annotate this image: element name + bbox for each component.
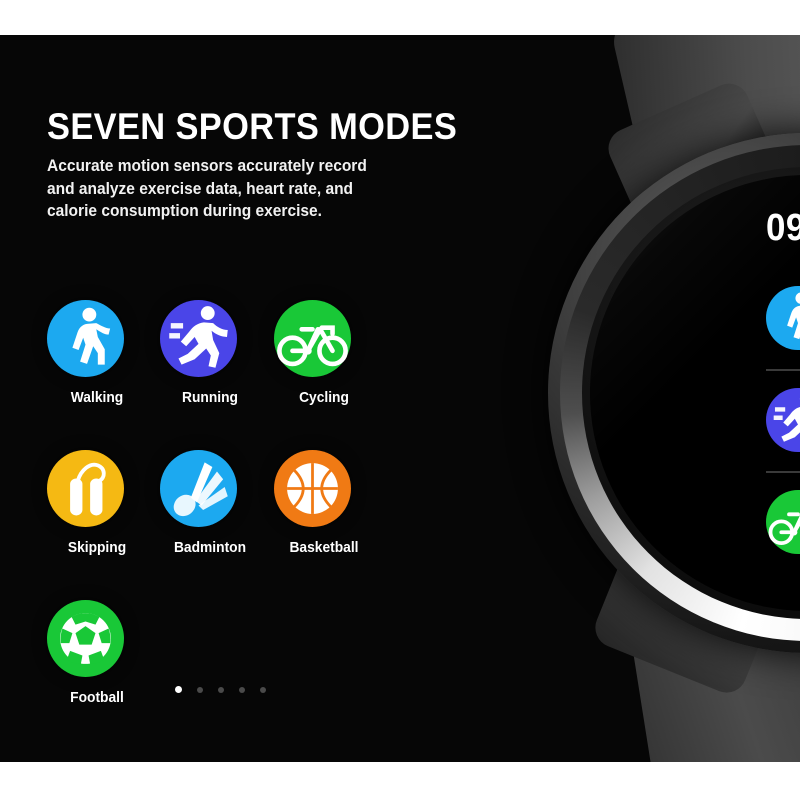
sports-mode-label: Football xyxy=(70,689,124,706)
watch-clock: 09:30 xyxy=(766,207,800,249)
pagination-dot[interactable] xyxy=(239,686,245,693)
running-icon xyxy=(766,388,800,452)
smartwatch: 09:30 WALKINGRUNNINGCYCLING xyxy=(430,35,800,762)
walking-icon[interactable] xyxy=(47,300,124,377)
sports-mode-label: Badminton xyxy=(174,539,247,556)
jump-rope-icon[interactable] xyxy=(47,450,124,527)
sports-mode-label: Basketball xyxy=(289,539,359,556)
watch-list-item-running[interactable]: RUNNING xyxy=(766,369,800,471)
football-icon[interactable] xyxy=(47,600,124,677)
sports-mode-basketball[interactable]: Basketball xyxy=(273,450,387,600)
poster-panel: SEVEN SPORTS MODES Accurate motion senso… xyxy=(0,35,800,762)
pagination-dots[interactable] xyxy=(175,686,266,693)
walking-icon xyxy=(766,286,800,350)
sports-mode-label: Cycling xyxy=(298,389,349,406)
watch-list-item-walking[interactable]: WALKING xyxy=(766,267,800,369)
sports-mode-walking[interactable]: Walking xyxy=(47,300,160,450)
shuttlecock-icon[interactable] xyxy=(160,450,238,527)
pagination-dot[interactable] xyxy=(218,686,224,693)
basketball-icon[interactable] xyxy=(273,450,351,527)
page-title: SEVEN SPORTS MODES xyxy=(47,106,458,147)
cycling-icon xyxy=(766,490,800,554)
sports-mode-cycling[interactable]: Cycling xyxy=(273,300,387,450)
cycling-icon[interactable] xyxy=(273,300,351,377)
pagination-dot[interactable] xyxy=(260,686,266,693)
sports-grid-row: Walking Running Cycling xyxy=(47,300,387,450)
running-icon[interactable] xyxy=(160,300,238,377)
watch-list-item-cycling[interactable]: CYCLING xyxy=(766,471,800,573)
sports-mode-grid: Walking Running Cycling Skipping Badminton Ba… xyxy=(47,300,387,750)
pagination-dot[interactable] xyxy=(175,686,182,693)
sports-mode-skipping[interactable]: Skipping xyxy=(47,450,160,600)
sports-mode-running[interactable]: Running xyxy=(160,300,273,450)
sports-grid-row: Skipping Badminton Basketball xyxy=(47,450,387,600)
pagination-dot[interactable] xyxy=(197,686,203,693)
sports-mode-label: Walking xyxy=(70,389,124,406)
sports-grid-row: Football xyxy=(47,600,387,750)
sports-mode-football[interactable]: Football xyxy=(47,600,160,750)
product-poster: SEVEN SPORTS MODES Accurate motion senso… xyxy=(0,0,800,800)
sports-mode-badminton[interactable]: Badminton xyxy=(160,450,273,600)
watch-sports-list: WALKINGRUNNINGCYCLING xyxy=(766,267,800,573)
sports-mode-label: Running xyxy=(182,389,239,406)
sports-mode-label: Skipping xyxy=(67,539,127,556)
page-description: Accurate motion sensors accurately recor… xyxy=(47,157,367,220)
